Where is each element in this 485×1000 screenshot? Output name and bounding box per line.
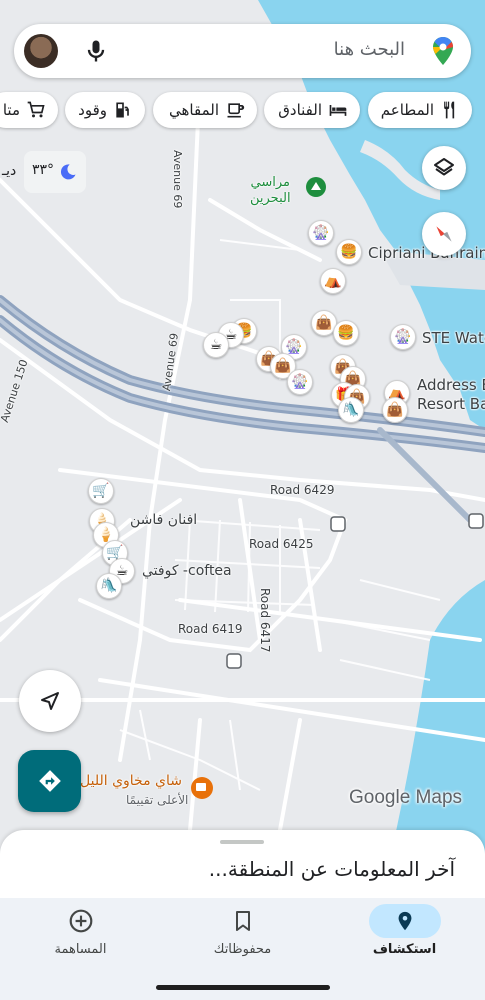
chip-label: وقود (78, 101, 107, 119)
microphone-icon[interactable] (82, 37, 110, 65)
weather-city: ديـ (2, 163, 17, 179)
gas-pump-icon (116, 102, 129, 118)
chip-label: المطاعم (380, 101, 434, 119)
bookmark-icon (235, 911, 250, 931)
sheet-handle[interactable] (220, 840, 264, 844)
burger-icon[interactable]: 🍔 (333, 320, 359, 346)
nav-label: محفوظاتك (213, 942, 272, 957)
my-location-button[interactable] (19, 670, 81, 732)
sheet-title: آخر المعلومات عن المنطقة... (208, 857, 455, 881)
slide-icon[interactable]: 🛝 (96, 573, 122, 599)
nav-label: المساهمة (54, 942, 107, 957)
map-label-address[interactable]: Address B Resort Ba (417, 376, 485, 414)
map-label-afnan[interactable]: افنان فاشن (130, 512, 197, 528)
nav-contribute-icon-wrap (45, 904, 117, 938)
map-label-marina[interactable]: مراسي البحرين (250, 175, 291, 207)
compass-button[interactable] (422, 212, 466, 256)
handbag-icon[interactable]: 👜 (382, 397, 408, 423)
chip-shopping[interactable]: متا (0, 92, 58, 128)
cart-icon (27, 101, 45, 118)
slide-icon[interactable]: 🛝 (338, 397, 364, 423)
tent-icon[interactable]: ⛺ (320, 268, 346, 294)
search-bar[interactable]: البحث هنا (14, 24, 471, 78)
gesture-bar[interactable] (156, 985, 330, 990)
location-pin-icon (398, 911, 411, 931)
weather-widget[interactable]: ٣٣° ديـ (2, 151, 86, 193)
plus-circle-icon (69, 909, 92, 933)
bed-icon (329, 105, 347, 116)
map-label-ste[interactable]: STE Wate (422, 329, 485, 347)
google-maps-pin-icon (433, 37, 453, 65)
street-label-road6425: Road 6425 (249, 537, 314, 551)
avatar[interactable] (24, 34, 58, 68)
directions-icon (38, 770, 61, 792)
fork-knife-icon (444, 101, 455, 119)
map-label-coftea[interactable]: coftea- كوفتي (142, 563, 232, 579)
chip-label: المقاهي (169, 101, 219, 119)
chip-hotels[interactable]: الفنادق (264, 92, 360, 128)
search-input[interactable]: البحث هنا (334, 39, 405, 60)
street-label-avenue69a: Avenue 69 (171, 150, 184, 209)
chip-label: الفنادق (278, 101, 322, 119)
navigation-arrow-icon (41, 692, 59, 710)
map-label-shay-sub: الأعلى تقييمًا (126, 793, 189, 807)
nav-label: استكشاف (372, 942, 437, 957)
street-label-road6429: Road 6429 (270, 483, 335, 497)
street-label-road6419: Road 6419 (178, 622, 243, 636)
compass-icon (436, 226, 452, 242)
street-label-road6417: Road 6417 (258, 588, 272, 653)
map-label-shay[interactable]: شاي مخاوي الليل (80, 773, 182, 789)
coffee-icon (227, 103, 245, 118)
ferris-wheel-icon[interactable]: 🎡 (308, 220, 334, 246)
coffee-icon[interactable]: ☕ (203, 332, 229, 358)
nav-saved[interactable]: محفوظاتك (162, 898, 323, 978)
nav-saved-icon-wrap (207, 904, 279, 938)
chip-restaurants[interactable]: المطاعم (368, 92, 472, 128)
layers-icon (434, 158, 454, 176)
cart-icon[interactable]: 🛒 (88, 478, 114, 504)
chip-gas[interactable]: وقود (65, 92, 145, 128)
moon-icon (60, 164, 76, 180)
google-maps-logo: Google Maps (349, 787, 463, 808)
chip-label: متا (2, 101, 20, 119)
chip-cafes[interactable]: المقاهي (153, 92, 257, 128)
ferris-wheel-icon[interactable]: 🎡 (390, 324, 416, 350)
weather-temp: ٣٣° (32, 162, 55, 178)
layers-button[interactable] (422, 146, 466, 190)
nav-explore[interactable]: استكشاف (324, 898, 485, 978)
nav-contribute[interactable]: المساهمة (0, 898, 161, 978)
burger-icon[interactable]: 🍔 (336, 239, 362, 265)
directions-button[interactable] (18, 750, 81, 812)
nav-explore-icon-wrap (368, 904, 441, 938)
ferris-wheel-icon[interactable]: 🎡 (287, 369, 313, 395)
